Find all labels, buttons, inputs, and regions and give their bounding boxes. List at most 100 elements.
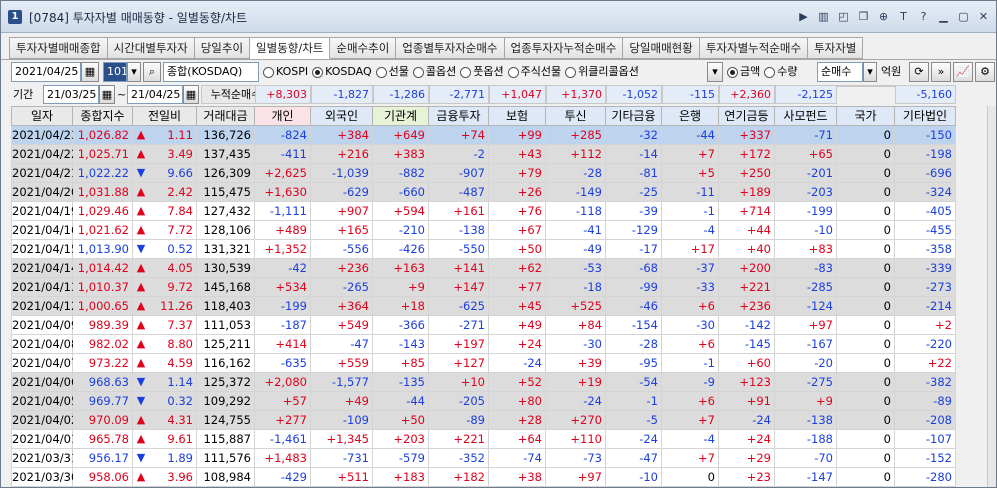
table-row[interactable]: 2021/04/01 965.78 9.61 115,887 -1,461 +1,345 +… xyxy=(11,430,956,449)
cell-은행: -4 xyxy=(662,430,719,449)
refresh-icon[interactable]: ⟳ xyxy=(909,62,929,82)
table-row[interactable]: 2021/04/21 1,022.22 9.66 126,309 +2,625 -1,03… xyxy=(11,164,956,183)
radio-radios-4[interactable]: 풋옵션 xyxy=(460,62,504,82)
header-기관계[interactable]: 기관계 xyxy=(373,106,429,126)
zoom-icon[interactable]: ⊕ xyxy=(875,9,892,25)
calendar-icon[interactable]: ▦ xyxy=(81,62,99,82)
cum-value-은행: -115 xyxy=(662,85,719,104)
maximize-icon[interactable]: ▢ xyxy=(955,9,972,25)
table-row[interactable]: 2021/04/20 1,031.88 2.42 115,475 +1,630 -629-… xyxy=(11,183,956,202)
date-input[interactable]: 2021/04/25 xyxy=(11,62,81,82)
cell-종합지수: 1,021.62 xyxy=(73,221,133,240)
cell-투신: +112 xyxy=(546,145,606,164)
table-row[interactable]: 2021/04/15 1,013.90 0.52 131,321 +1,352 -556-… xyxy=(11,240,956,259)
up-arrow-icon: ▲ xyxy=(136,204,146,217)
table-row[interactable]: 2021/04/08 982.02 8.80 125,211 +414 -47 -143 +1… xyxy=(11,335,956,354)
header-보험[interactable]: 보험 xyxy=(489,106,546,126)
play-icon[interactable]: ▶ xyxy=(795,9,812,25)
radio-radios-3[interactable]: 콜옵션 xyxy=(412,62,456,82)
tab-2[interactable]: 당일추이 xyxy=(194,37,251,59)
table-row[interactable]: 2021/04/12 1,000.65 11.26 118,403 -199 +364 +1… xyxy=(11,297,956,316)
table-row[interactable]: 2021/04/23 1,026.82 1.11 136,726 -824 +384 +64… xyxy=(11,126,956,145)
header-종합지수[interactable]: 종합지수 xyxy=(73,106,133,126)
tab-9[interactable]: 투자자별 xyxy=(808,37,864,59)
help-icon[interactable]: ? xyxy=(915,9,932,25)
header-국가[interactable]: 국가 xyxy=(837,106,895,126)
code-input[interactable]: 101 xyxy=(103,62,127,82)
window-icon[interactable]: ◰ xyxy=(835,9,852,25)
font-icon[interactable]: T xyxy=(895,9,912,25)
chart-icon[interactable]: 📈 xyxy=(953,62,973,82)
vertical-scrollbar[interactable] xyxy=(987,106,996,487)
code-dropdown-icon[interactable]: ▾ xyxy=(127,62,141,82)
cell-은행: -4 xyxy=(662,221,719,240)
radio-radios-1[interactable]: KOSDAQ xyxy=(312,62,372,82)
header-연기금등[interactable]: 연기금등 xyxy=(719,106,775,126)
table-row[interactable]: 2021/04/02 970.09 4.31 124,755 +277 -109 +50 -8… xyxy=(11,411,956,430)
tab-8[interactable]: 투자자별누적순매수 xyxy=(699,37,809,59)
market-dropdown-icon[interactable]: ▾ xyxy=(707,62,723,82)
next-icon[interactable]: » xyxy=(931,62,951,82)
cell-은행: -37 xyxy=(662,259,719,278)
copy-icon[interactable]: ❐ xyxy=(855,9,872,25)
type-select[interactable]: 순매수 xyxy=(817,62,863,82)
header-전일비[interactable]: 전일비 xyxy=(133,106,197,126)
radio-radios-6[interactable]: 위클리콜옵션 xyxy=(565,62,639,82)
tab-6[interactable]: 업종투자자누적순매수 xyxy=(504,37,624,59)
cell-거래대금: 131,321 xyxy=(197,240,255,259)
header-개인[interactable]: 개인 xyxy=(255,106,311,126)
cell-은행: +5 xyxy=(662,164,719,183)
window-number[interactable]: 1 xyxy=(8,10,22,24)
cell-금융투자: +147 xyxy=(429,278,489,297)
radio-radios-2[interactable]: 선물 xyxy=(375,62,409,82)
table-row[interactable]: 2021/04/07 973.22 4.59 116,162 -635 +559 +85 +1… xyxy=(11,354,956,373)
type-dropdown-icon[interactable]: ▾ xyxy=(863,62,877,82)
cell-종합지수: 982.02 xyxy=(73,335,133,354)
cell-사모펀드: +65 xyxy=(775,145,837,164)
market-field[interactable]: 종합(KOSDAQ) xyxy=(163,62,259,82)
cell-일자: 2021/04/21 xyxy=(11,164,78,183)
radio-amount_radios-1[interactable]: 수량 xyxy=(764,62,798,82)
table-row[interactable]: 2021/03/30 958.06 3.96 108,984 -429 +511 +183 +… xyxy=(11,468,956,487)
table-row[interactable]: 2021/04/06 968.63 1.14 125,372 +2,080 -1,577-… xyxy=(11,373,956,392)
header-사모펀드[interactable]: 사모펀드 xyxy=(775,106,837,126)
settings-icon[interactable]: ⚙ xyxy=(975,62,995,82)
tab-1[interactable]: 시간대별투자자 xyxy=(107,37,195,59)
table-row[interactable]: 2021/03/31 956.17 1.89 111,576 +1,483 -731 -57… xyxy=(11,449,956,468)
tab-7[interactable]: 당일매매현황 xyxy=(623,37,700,59)
table-row[interactable]: 2021/04/09 989.39 7.37 111,053 -187 +549 -366-… xyxy=(11,316,956,335)
tab-3[interactable]: 일별동향/차트 xyxy=(250,37,331,59)
cum-value-금융투자: -2,771 xyxy=(429,85,489,104)
cell-기타법인: -324 xyxy=(895,183,956,202)
radio-radios-0[interactable]: KOSPI xyxy=(263,62,308,82)
table-row[interactable]: 2021/04/13 1,010.37 9.72 145,168 +534 -265 +9 +… xyxy=(11,278,956,297)
minimize-icon[interactable]: ▁ xyxy=(935,9,952,25)
radio-amount_radios-0[interactable]: 금액 xyxy=(727,62,760,82)
cell-종합지수: 956.17 xyxy=(73,449,133,468)
table-row[interactable]: 2021/04/05 969.77 0.32 109,292 +57 +49 -44 -205… xyxy=(11,392,956,411)
cell-금융투자: +74 xyxy=(429,126,489,145)
header-기타법인[interactable]: 기타법인 xyxy=(895,106,956,126)
header-투신[interactable]: 투신 xyxy=(546,106,606,126)
table-row[interactable]: 2021/04/14 1,014.42 4.05 130,539 -42 +236 +163… xyxy=(11,259,956,278)
header-거래대금[interactable]: 거래대금 xyxy=(197,106,255,126)
search-icon[interactable]: ⌕ xyxy=(143,62,161,82)
header-금융투자[interactable]: 금융투자 xyxy=(429,106,489,126)
header-일자[interactable]: 일자 xyxy=(11,106,73,126)
table-row[interactable]: 2021/04/19 1,029.46 7.84 127,432 -1,111 +907 +… xyxy=(11,202,956,221)
table-row[interactable]: 2021/04/16 1,021.62 7.72 128,106 +489 +165 -21… xyxy=(11,221,956,240)
cell-사모펀드: +83 xyxy=(775,240,837,259)
tab-5[interactable]: 업종별투자자순매수 xyxy=(396,37,505,59)
header-은행[interactable]: 은행 xyxy=(662,106,719,126)
tab-4[interactable]: 순매수추이 xyxy=(330,37,397,59)
cell-은행: -9 xyxy=(662,373,719,392)
tab-0[interactable]: 투자자별매매종합 xyxy=(9,37,108,59)
screen-icon[interactable]: ▥ xyxy=(815,9,832,25)
close-icon[interactable]: ✕ xyxy=(975,9,992,25)
header-기타금융[interactable]: 기타금융 xyxy=(606,106,662,126)
cell-연기금등: +337 xyxy=(719,126,775,145)
cell-금융투자: +141 xyxy=(429,259,489,278)
header-외국인[interactable]: 외국인 xyxy=(311,106,373,126)
radio-radios-5[interactable]: 주식선물 xyxy=(507,62,561,82)
table-row[interactable]: 2021/04/22 1,025.71 3.49 137,435 -411 +216 +38… xyxy=(11,145,956,164)
